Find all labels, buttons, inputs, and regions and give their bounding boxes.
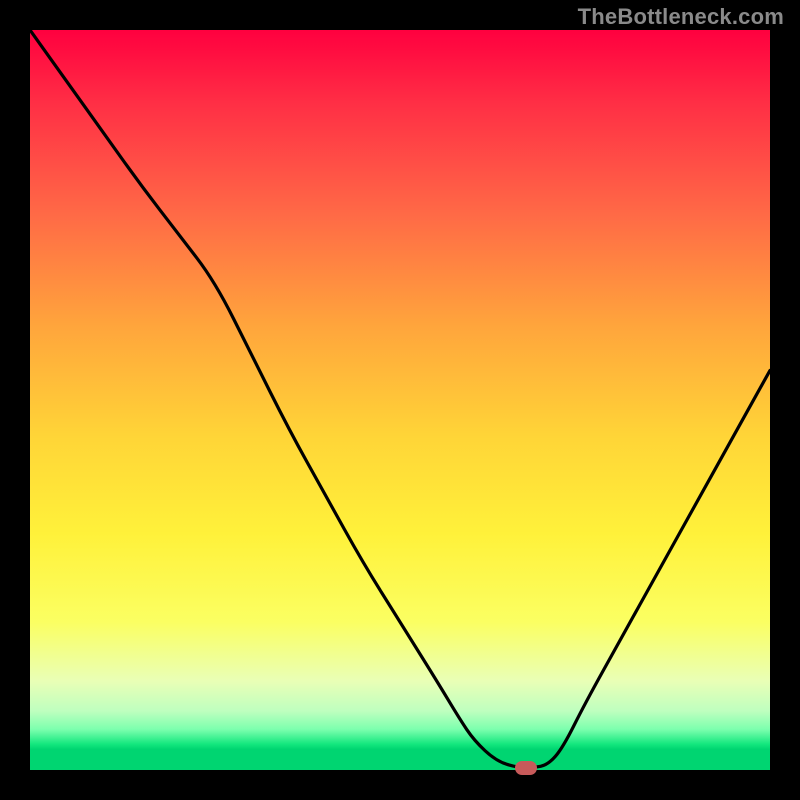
curve-svg <box>30 30 770 770</box>
chart-container: TheBottleneck.com <box>0 0 800 800</box>
watermark-text: TheBottleneck.com <box>578 4 784 30</box>
bottleneck-curve <box>30 30 770 768</box>
optimal-point-marker <box>515 761 537 775</box>
plot-area <box>30 30 770 770</box>
